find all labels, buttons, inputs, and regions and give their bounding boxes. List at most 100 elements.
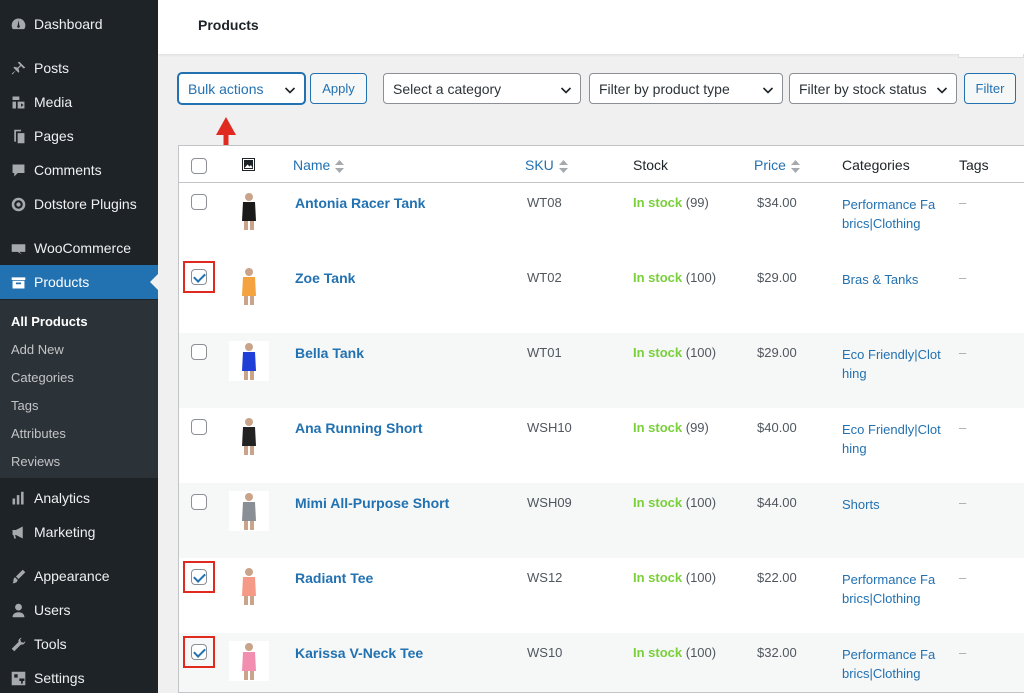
product-sku: WSH09 <box>527 495 572 510</box>
product-sku: WT02 <box>527 270 562 285</box>
stock-status-value: Filter by stock status <box>799 80 927 97</box>
product-figure-icon <box>229 191 269 231</box>
product-thumbnail[interactable] <box>229 566 269 606</box>
product-figure-icon <box>229 641 269 681</box>
stock-qty: (100) <box>685 345 717 360</box>
column-header-name[interactable]: Name <box>293 157 345 173</box>
product-price: $29.00 <box>757 345 797 360</box>
chevron-down-icon <box>560 83 572 95</box>
product-thumbnail[interactable] <box>229 491 269 531</box>
stock-status-select[interactable]: Filter by stock status <box>789 73 957 104</box>
product-type-select[interactable]: Filter by product type <box>589 73 783 104</box>
product-tags: – <box>959 270 967 285</box>
row-checkbox[interactable] <box>191 344 207 360</box>
product-price: $40.00 <box>757 420 797 435</box>
menu-item-settings[interactable]: Settings <box>0 661 158 693</box>
product-thumbnail[interactable] <box>229 416 269 456</box>
selection-highlight <box>183 561 215 593</box>
menu-item-comments[interactable]: Comments <box>0 153 158 187</box>
row-checkbox[interactable] <box>191 494 207 510</box>
woo-icon <box>0 240 34 257</box>
table-row: Karissa V-Neck Tee WS10 In stock (100) $… <box>179 633 1024 692</box>
product-name-link[interactable]: Ana Running Short <box>295 420 423 436</box>
submenu-all-products[interactable]: All Products <box>11 314 88 329</box>
sort-icon <box>335 159 345 173</box>
product-sku: WSH10 <box>527 420 572 435</box>
submenu-reviews[interactable]: Reviews <box>11 454 60 469</box>
submenu-tags[interactable]: Tags <box>11 398 38 413</box>
product-figure-icon <box>229 266 269 306</box>
menu-item-pages[interactable]: Pages <box>0 119 158 153</box>
menu-label: Tools <box>34 636 67 652</box>
product-stock: In stock (100) <box>633 495 716 510</box>
screen-options-tab[interactable] <box>958 54 1024 58</box>
stock-status: In stock <box>633 345 683 360</box>
menu-item-dashboard[interactable]: Dashboard <box>0 7 158 41</box>
product-thumbnail[interactable] <box>229 266 269 306</box>
menu-item-woocommerce[interactable]: WooCommerce <box>0 231 158 265</box>
product-name-link[interactable]: Bella Tank <box>295 345 364 361</box>
product-categories-link[interactable]: Bras & Tanks <box>842 270 942 289</box>
product-thumbnail[interactable] <box>229 641 269 681</box>
menu-item-posts[interactable]: Posts <box>0 51 158 85</box>
product-categories-link[interactable]: Performance Fabrics|Clothing <box>842 195 942 233</box>
table-row: Zoe Tank WT02 In stock (100) $29.00 Bras… <box>179 258 1024 333</box>
bar-chart-icon <box>0 490 34 507</box>
product-sku: WT08 <box>527 195 562 210</box>
product-thumbnail[interactable] <box>229 341 269 381</box>
product-price: $32.00 <box>757 645 797 660</box>
media-icon <box>0 94 34 111</box>
bulk-actions-select[interactable]: Bulk actions <box>178 73 305 104</box>
stock-qty: (99) <box>685 420 709 435</box>
page-title: Products <box>198 17 259 33</box>
products-submenu: All Products Add New Categories Tags Att… <box>0 300 158 478</box>
menu-label: Comments <box>34 162 102 178</box>
select-all-checkbox[interactable] <box>191 158 207 174</box>
menu-item-appearance[interactable]: Appearance <box>0 559 158 593</box>
category-select[interactable]: Select a category <box>383 73 581 104</box>
row-checkbox[interactable] <box>191 419 207 435</box>
product-name-link[interactable]: Karissa V-Neck Tee <box>295 645 423 661</box>
menu-item-users[interactable]: Users <box>0 593 158 627</box>
filter-button[interactable]: Filter <box>964 73 1016 104</box>
submenu-attributes[interactable]: Attributes <box>11 426 66 441</box>
product-name-link[interactable]: Mimi All-Purpose Short <box>295 495 449 511</box>
product-categories-link[interactable]: Performance Fabrics|Clothing <box>842 645 942 683</box>
menu-item-tools[interactable]: Tools <box>0 627 158 661</box>
table-row: Ana Running Short WSH10 In stock (99) $4… <box>179 408 1024 483</box>
menu-label: Pages <box>34 128 74 144</box>
product-name-link[interactable]: Antonia Racer Tank <box>295 195 425 211</box>
menu-item-media[interactable]: Media <box>0 85 158 119</box>
column-header-price[interactable]: Price <box>754 157 800 173</box>
submenu-add-new[interactable]: Add New <box>11 342 64 357</box>
target-icon <box>0 196 34 213</box>
product-stock: In stock (100) <box>633 645 716 660</box>
product-thumbnail[interactable] <box>229 191 269 231</box>
column-header-label: Name <box>293 157 331 173</box>
product-tags: – <box>959 345 967 360</box>
menu-item-dotstore-plugins[interactable]: Dotstore Plugins <box>0 187 158 221</box>
menu-item-analytics[interactable]: Analytics <box>0 481 158 515</box>
menu-item-products[interactable]: Products <box>0 265 158 299</box>
product-name-link[interactable]: Radiant Tee <box>295 570 373 586</box>
stock-qty: (100) <box>685 495 717 510</box>
product-name-link[interactable]: Zoe Tank <box>295 270 355 286</box>
column-header-tags: Tags <box>959 157 989 173</box>
product-categories-link[interactable]: Shorts <box>842 495 942 514</box>
submenu-categories[interactable]: Categories <box>11 370 74 385</box>
product-stock: In stock (99) <box>633 195 709 210</box>
product-categories-link[interactable]: Performance Fabrics|Clothing <box>842 570 942 608</box>
menu-label: Appearance <box>34 568 110 584</box>
menu-label: Products <box>34 274 90 290</box>
column-header-sku[interactable]: SKU <box>525 157 568 173</box>
menu-label: Marketing <box>34 524 96 540</box>
comments-icon <box>0 162 34 179</box>
megaphone-icon <box>0 524 34 541</box>
product-categories-link[interactable]: Eco Friendly|Clothing <box>842 345 942 383</box>
product-price: $34.00 <box>757 195 797 210</box>
menu-item-marketing[interactable]: Marketing <box>0 515 158 549</box>
product-categories-link[interactable]: Eco Friendly|Clothing <box>842 420 942 458</box>
row-checkbox[interactable] <box>191 194 207 210</box>
apply-button[interactable]: Apply <box>310 73 367 104</box>
dashboard-icon <box>0 16 34 33</box>
